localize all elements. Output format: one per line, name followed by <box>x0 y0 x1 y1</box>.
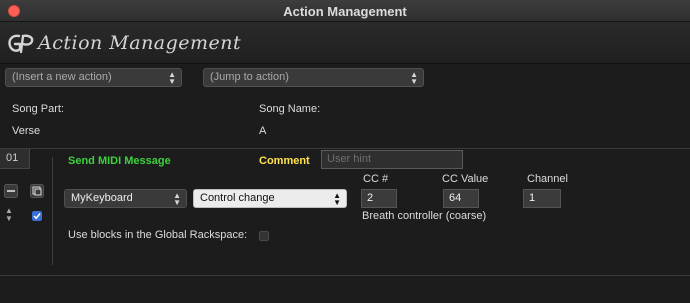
message-type-select[interactable]: Control change ▲ ▼ <box>193 189 347 208</box>
cc-description: Breath controller (coarse) <box>362 210 487 222</box>
song-name-label: Song Name: <box>259 103 321 115</box>
app-header-title: Action Management <box>38 32 242 54</box>
song-name-value: A <box>259 125 267 137</box>
duplicate-action-button[interactable] <box>30 184 44 198</box>
select-arrows-icon: ▲ ▼ <box>333 191 341 207</box>
window-titlebar: Action Management <box>0 0 690 22</box>
comment-input[interactable]: User hint <box>321 150 463 169</box>
cc-number-label: CC # <box>363 173 389 185</box>
comment-label: Comment <box>259 155 310 167</box>
gig-performer-logo-icon <box>8 34 34 54</box>
action-number: 01 <box>0 149 30 169</box>
song-part-value: Verse <box>12 125 41 137</box>
window-title: Action Management <box>283 4 407 19</box>
select-arrows-icon: ▲ ▼ <box>410 70 418 86</box>
message-type-select-value: Control change <box>200 192 275 204</box>
enabled-checkbox[interactable] <box>32 211 42 221</box>
remove-action-button[interactable] <box>4 184 18 198</box>
channel-input[interactable]: 1 <box>523 189 561 208</box>
reorder-arrows-icon[interactable]: ▲ ▼ <box>5 207 13 223</box>
song-part-label: Song Part: <box>12 103 64 115</box>
app-header: Action Management <box>0 22 690 64</box>
midi-device-select[interactable]: MyKeyboard ▲ ▼ <box>64 189 187 208</box>
jump-to-action-select[interactable]: (Jump to action) ▲ ▼ <box>203 68 424 87</box>
divider <box>52 157 53 265</box>
action-type-label: Send MIDI Message <box>68 155 171 167</box>
select-arrows-icon: ▲ ▼ <box>168 70 176 86</box>
global-rackspace-label: Use blocks in the Global Rackspace: <box>68 229 248 241</box>
cc-value-label: CC Value <box>442 173 489 185</box>
jump-to-action-select-value: (Jump to action) <box>210 71 289 83</box>
midi-device-select-value: MyKeyboard <box>71 192 133 204</box>
global-rackspace-checkbox[interactable] <box>259 231 269 241</box>
cc-number-input[interactable]: 2 <box>361 189 397 208</box>
cc-value-input[interactable]: 64 <box>443 189 479 208</box>
insert-action-select-value: (Insert a new action) <box>12 71 112 83</box>
select-arrows-icon: ▲ ▼ <box>173 191 181 207</box>
action-row: 01 ▲ ▼ Send MIDI Message Comment User hin… <box>0 148 690 276</box>
insert-action-select[interactable]: (Insert a new action) ▲ ▼ <box>5 68 182 87</box>
channel-label: Channel <box>527 173 568 185</box>
